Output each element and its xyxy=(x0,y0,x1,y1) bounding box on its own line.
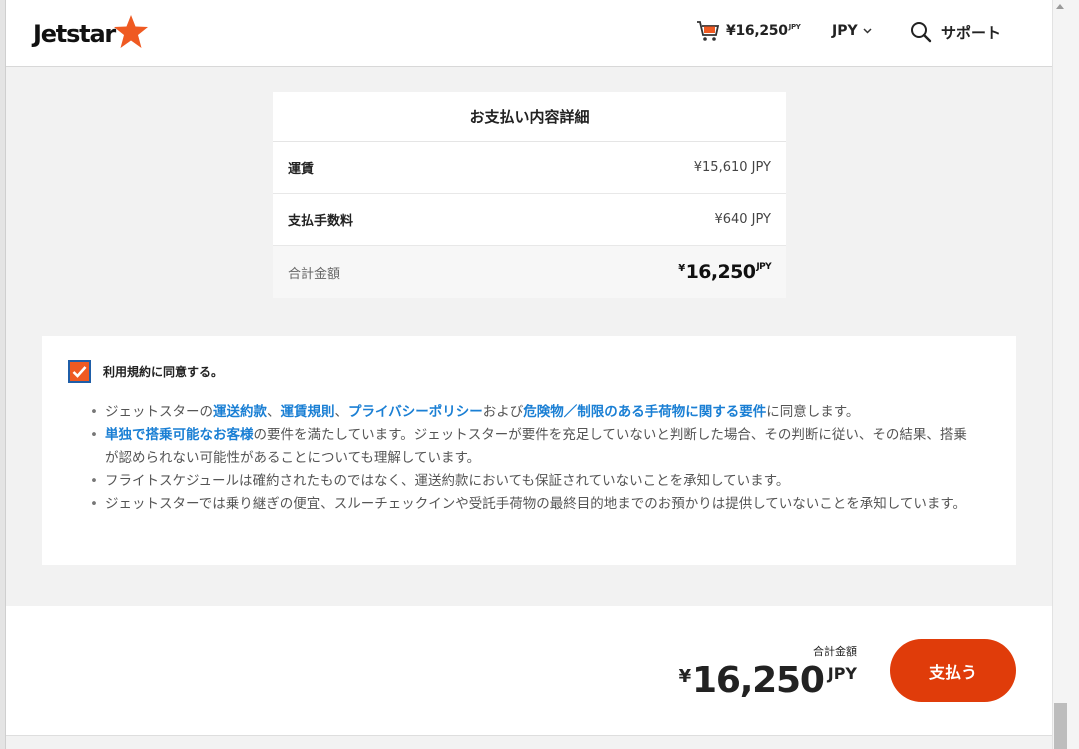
terms-text: ジェットスターでは乗り継ぎの便宜、スルーチェックインや受託手荷物の最終目的地まで… xyxy=(105,496,967,512)
agree-terms[interactable]: 利用規約に同意する。 xyxy=(68,360,990,383)
fee-value: ¥640 JPY xyxy=(714,212,771,227)
terms-link[interactable]: プライバシーポリシー xyxy=(348,404,483,420)
support-label: サポート xyxy=(941,23,1002,42)
search-icon xyxy=(911,22,932,43)
fare-label: 運賃 xyxy=(288,162,315,177)
chevron-down-icon xyxy=(863,28,872,34)
total-amount-value: 16,250 xyxy=(685,261,756,283)
terms-text: フライトスケジュールは確約されたものではなく、運送約款においても保証されていない… xyxy=(105,473,790,489)
terms-text: 、 xyxy=(267,404,281,420)
cart-summary[interactable]: ¥16,250JPY xyxy=(696,20,801,42)
footer-total-value: 16,250 xyxy=(692,660,825,701)
terms-text: および xyxy=(482,404,524,420)
support-link[interactable]: サポート xyxy=(910,21,1001,43)
logo-text: Jetstar xyxy=(33,20,116,48)
terms-text: に同意します。 xyxy=(766,404,860,420)
terms-item: 単独で搭乗可能なお客様の要件を満たしています。ジェットスターが要件を充足していな… xyxy=(90,424,968,470)
scrollbar-thumb[interactable] xyxy=(1054,703,1067,749)
site-header: Jetstar ¥16,250JPY JPY サポート xyxy=(6,0,1052,67)
terms-panel: 利用規約に同意する。 ジェットスターの運送約款、運賃規則、プライバシーポリシーお… xyxy=(42,336,1016,565)
cart-amount-value: ¥16,250 xyxy=(726,23,788,39)
fare-value: ¥15,610 JPY xyxy=(693,160,771,175)
fee-row: 支払手数料 ¥640 JPY xyxy=(273,194,786,246)
agree-label: 利用規約に同意する。 xyxy=(103,365,224,379)
cart-icon xyxy=(697,21,720,41)
footer-total-unit: JPY xyxy=(827,664,857,683)
fee-label: 支払手数料 xyxy=(288,214,354,229)
terms-link[interactable]: 危険物／制限のある手荷物に関する要件 xyxy=(523,404,766,420)
terms-item: ジェットスターでは乗り継ぎの便宜、スルーチェックインや受託手荷物の最終目的地まで… xyxy=(90,493,968,516)
total-label: 合計金額 xyxy=(288,266,341,282)
total-unit: JPY xyxy=(756,262,771,272)
pay-button[interactable]: 支払う xyxy=(890,639,1016,702)
currency-label: JPY xyxy=(832,23,858,39)
terms-text: ジェットスターの xyxy=(105,404,213,420)
payment-details-title: お支払い内容詳細 xyxy=(273,92,786,142)
total-symbol: ¥ xyxy=(678,263,685,274)
fare-row: 運賃 ¥15,610 JPY xyxy=(273,142,786,194)
cart-amount-unit: JPY xyxy=(788,23,801,31)
terms-list: ジェットスターの運送約款、運賃規則、プライバシーポリシーおよび危険物／制限のある… xyxy=(68,401,968,516)
footer-total-label: 合計金額 xyxy=(813,645,857,658)
total-row: 合計金額 ¥16,250JPY xyxy=(273,246,786,298)
jetstar-logo[interactable]: Jetstar xyxy=(33,15,149,52)
terms-link[interactable]: 運賃規則 xyxy=(281,404,335,420)
scroll-up-icon[interactable] xyxy=(1056,4,1064,9)
terms-link[interactable]: 単独で搭乗可能なお客様 xyxy=(105,427,254,443)
terms-item: フライトスケジュールは確約されたものではなく、運送約款においても保証されていない… xyxy=(90,470,968,493)
vertical-scrollbar[interactable] xyxy=(1052,0,1079,749)
payment-details-card: お支払い内容詳細 運賃 ¥15,610 JPY 支払手数料 ¥640 JPY 合… xyxy=(273,92,786,298)
terms-text: 、 xyxy=(334,404,349,420)
checkmark-icon xyxy=(72,366,87,378)
total-amount: ¥16,250JPY xyxy=(678,261,771,283)
checkout-footer: 合計金額 ¥16,250 JPY 支払う xyxy=(6,606,1052,736)
agree-checkbox[interactable] xyxy=(68,360,91,383)
footer-total-symbol: ¥ xyxy=(678,666,692,687)
currency-selector[interactable]: JPY xyxy=(832,23,872,39)
cart-amount: ¥16,250JPY xyxy=(726,23,801,39)
footer-total-amount: ¥16,250 JPY xyxy=(679,660,857,701)
star-icon xyxy=(114,15,149,48)
terms-link[interactable]: 運送約款 xyxy=(213,404,267,420)
terms-item: ジェットスターの運送約款、運賃規則、プライバシーポリシーおよび危険物／制限のある… xyxy=(90,401,968,424)
